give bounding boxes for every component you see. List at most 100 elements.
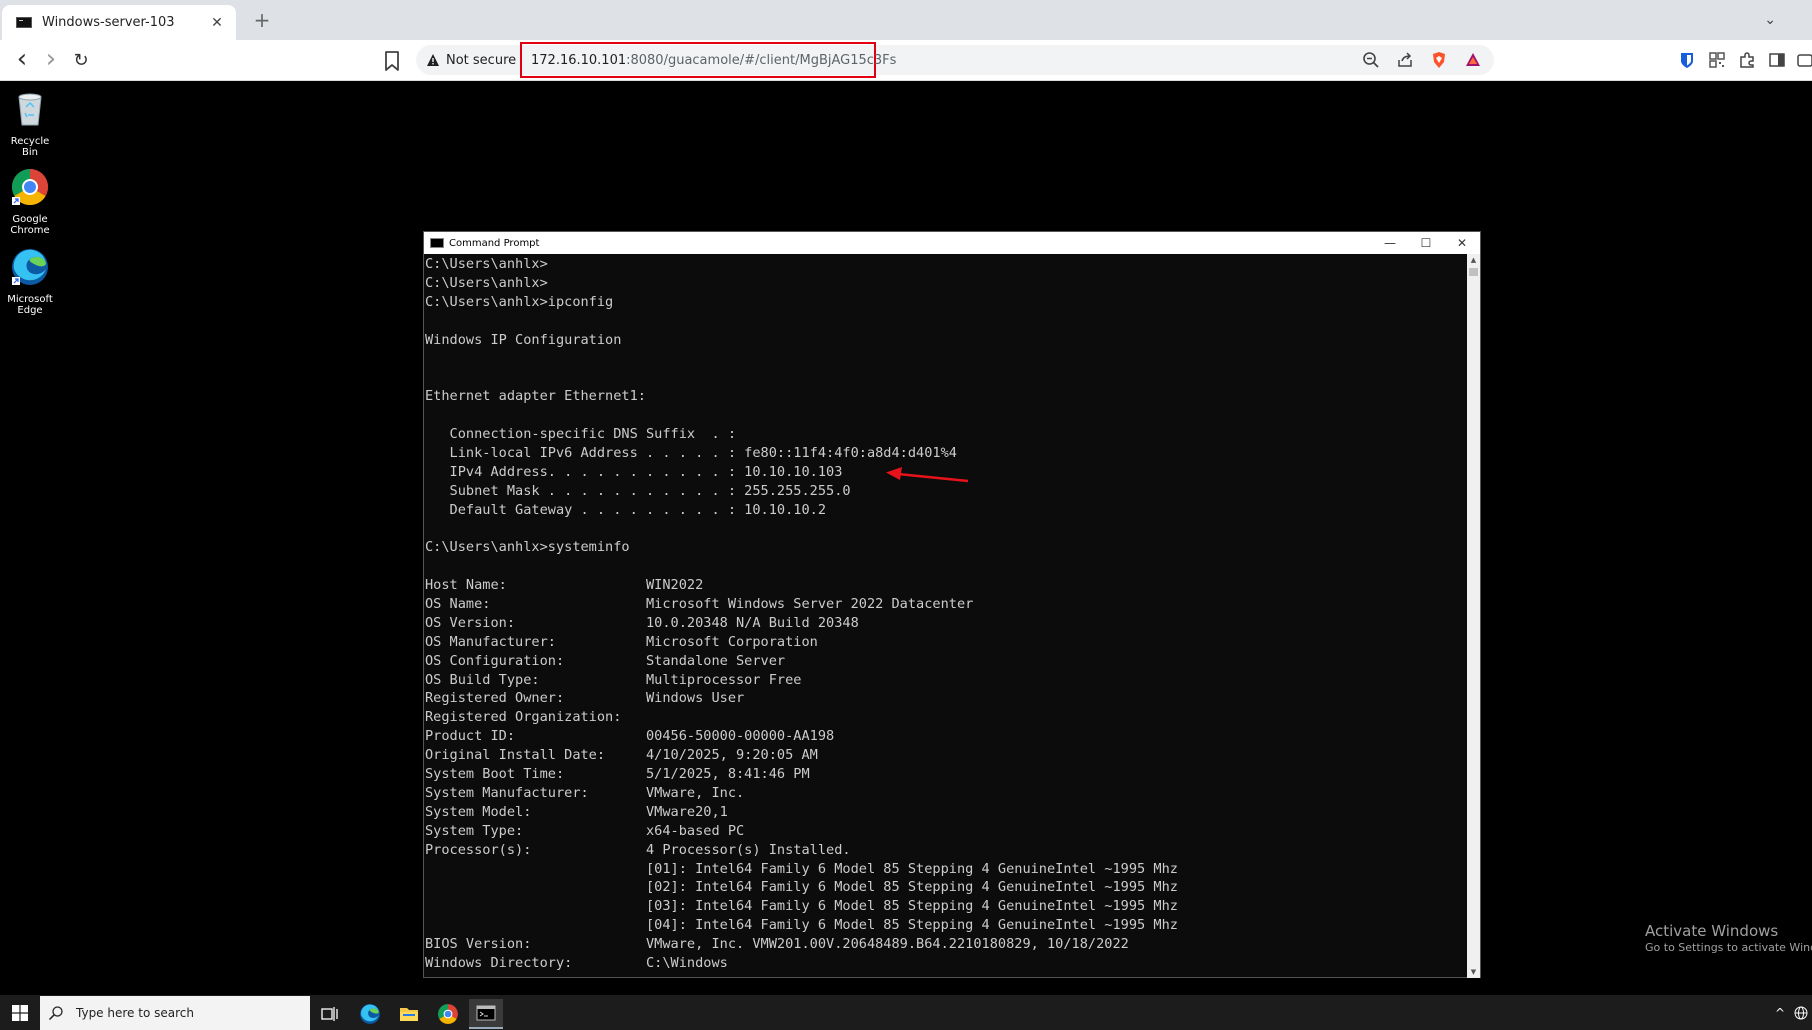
- taskbar-command-prompt-button[interactable]: [469, 999, 503, 1029]
- console-line: Original Install Date: 4/10/2025, 9:20:0…: [425, 747, 818, 764]
- brave-shield-icon[interactable]: [1430, 51, 1448, 69]
- console-line: Windows Directory: C:\Windows: [425, 954, 728, 971]
- back-icon[interactable]: ‹: [9, 46, 35, 74]
- taskbar-file-explorer-button[interactable]: [392, 999, 426, 1029]
- console-line: C:\Users\anhlx>ipconfig: [425, 293, 614, 310]
- zoom-out-icon[interactable]: [1362, 51, 1380, 69]
- cmd-titlebar[interactable]: Command Prompt — ☐ ✕: [424, 232, 1480, 254]
- command-prompt-icon: [476, 1005, 496, 1021]
- close-button[interactable]: ✕: [1444, 232, 1480, 254]
- maximize-button[interactable]: ☐: [1408, 232, 1444, 254]
- show-hidden-icons-chevron-icon[interactable]: ^: [1770, 1006, 1790, 1020]
- desktop-icon-label: Google Chrome: [10, 214, 50, 236]
- console-line: OS Manufacturer: Microsoft Corporation: [425, 633, 818, 650]
- console-line: Product ID: 00456-50000-00000-AA198: [425, 728, 835, 745]
- browser-tab[interactable]: Windows-server-103 ✕: [2, 5, 236, 40]
- tab-search-chevron-down-icon[interactable]: ⌄: [1764, 8, 1776, 32]
- task-view-button[interactable]: [313, 999, 347, 1029]
- command-prompt-window[interactable]: Command Prompt — ☐ ✕ C:\Users\anhlx> C:\U…: [423, 231, 1481, 978]
- console-line: C:\Users\anhlx>: [425, 274, 548, 291]
- not-secure-label: Not secure: [446, 52, 517, 68]
- console-line: Default Gateway . . . . . . . . . : 10.1…: [425, 501, 827, 518]
- scrollbar-thumb[interactable]: [1469, 268, 1478, 276]
- console-scrollbar[interactable]: ▲ ▼: [1467, 254, 1480, 978]
- console-line: Link-local IPv6 Address . . . . . : fe80…: [425, 444, 957, 461]
- desktop-icon-edge[interactable]: Microsoft Edge: [2, 247, 58, 316]
- console-line: Connection-specific DNS Suffix . :: [425, 426, 736, 443]
- scroll-down-icon[interactable]: ▼: [1467, 966, 1480, 978]
- console-line: OS Version: 10.0.20348 N/A Build 20348: [425, 614, 859, 631]
- brave-rewards-icon[interactable]: [1464, 51, 1482, 69]
- console-line: Ethernet adapter Ethernet1:: [425, 388, 646, 405]
- console-line: C:\Users\anhlx>: [425, 256, 548, 272]
- console-line: System Boot Time: 5/1/2025, 8:41:46 PM: [425, 766, 810, 783]
- tab-close-icon[interactable]: ✕: [208, 15, 226, 31]
- extensions-icon[interactable]: [1738, 51, 1756, 69]
- url-host: 172.16.10.101: [531, 52, 627, 68]
- console-line: System Model: VMware20,1: [425, 803, 728, 820]
- console-line: Registered Organization:: [425, 709, 622, 726]
- desktop-icon-label: Microsoft Edge: [7, 294, 53, 316]
- taskbar-search-input[interactable]: Type here to search: [40, 996, 310, 1030]
- qr-icon[interactable]: [1708, 51, 1726, 69]
- search-placeholder: Type here to search: [76, 1006, 194, 1020]
- url-path: :8080/guacamole/#/client/MgBjAG15c3Fs: [626, 52, 897, 68]
- file-explorer-icon: [400, 1008, 418, 1021]
- bitwarden-icon[interactable]: [1678, 51, 1696, 69]
- edge-icon: [360, 1004, 380, 1024]
- console-line: C:\Users\anhlx>systeminfo: [425, 539, 630, 556]
- command-prompt-icon: [430, 238, 444, 248]
- system-tray: ^: [1770, 995, 1812, 1030]
- console-line: [02]: Intel64 Family 6 Model 85 Stepping…: [425, 879, 1178, 896]
- console-line: Host Name: WIN2022: [425, 577, 704, 594]
- console-line: Subnet Mask . . . . . . . . . . . : 255.…: [425, 482, 851, 499]
- console-line: [03]: Intel64 Family 6 Model 85 Stepping…: [425, 898, 1178, 915]
- activate-windows-subtitle: Go to Settings to activate Windo: [1645, 941, 1812, 954]
- desktop-icon-chrome[interactable]: Google Chrome: [2, 167, 58, 236]
- console-line: System Type: x64-based PC: [425, 822, 745, 839]
- network-globe-icon[interactable]: [1794, 1006, 1808, 1020]
- browser-toolbar: ‹ › ↻ Not secure 172.16.10.101:8080/guac…: [0, 40, 1812, 81]
- forward-icon[interactable]: ›: [38, 46, 64, 74]
- console-line: [01]: Intel64 Family 6 Model 85 Stepping…: [425, 860, 1178, 877]
- warning-icon: [427, 54, 439, 66]
- minimize-button[interactable]: —: [1372, 232, 1408, 254]
- reload-icon[interactable]: ↻: [68, 48, 94, 74]
- console-line: Processor(s): 4 Processor(s) Installed.: [425, 841, 851, 858]
- wallet-icon[interactable]: [1796, 51, 1812, 69]
- console-line: System Manufacturer: VMware, Inc.: [425, 784, 745, 801]
- url-highlight-box[interactable]: 172.16.10.101:8080/guacamole/#/client/Mg…: [520, 42, 896, 78]
- sidebar-icon[interactable]: [1768, 51, 1786, 69]
- activate-windows-watermark: Activate Windows Go to Settings to activ…: [1645, 922, 1812, 956]
- chrome-icon: [438, 1004, 458, 1024]
- address-bar[interactable]: Not secure 172.16.10.101:8080/guacamole/…: [416, 42, 1494, 78]
- share-icon[interactable]: [1396, 51, 1414, 69]
- security-indicator[interactable]: Not secure: [426, 45, 516, 75]
- console-line: OS Build Type: Multiprocessor Free: [425, 671, 802, 688]
- taskbar-chrome-button[interactable]: [431, 999, 465, 1029]
- tab-title: Windows-server-103: [42, 15, 175, 30]
- new-tab-icon[interactable]: +: [250, 8, 274, 32]
- bookmark-icon[interactable]: [382, 49, 402, 73]
- console-line: Registered Owner: Windows User: [425, 690, 745, 707]
- taskbar: Type here to search ^: [0, 995, 1812, 1030]
- activate-windows-title: Activate Windows: [1645, 922, 1779, 940]
- edge-icon: [12, 249, 48, 285]
- console-line: Windows IP Configuration: [425, 331, 622, 348]
- taskbar-edge-button[interactable]: [353, 999, 387, 1029]
- windows-start-icon[interactable]: [12, 1005, 28, 1021]
- cmd-window-title: Command Prompt: [449, 237, 540, 249]
- desktop-icon-recycle-bin[interactable]: Recycle Bin: [2, 89, 58, 158]
- console-line: OS Name: Microsoft Windows Server 2022 D…: [425, 596, 974, 613]
- task-view-icon: [321, 1007, 338, 1021]
- console-line: [04]: Intel64 Family 6 Model 85 Stepping…: [425, 917, 1178, 934]
- search-icon: [48, 1006, 63, 1021]
- scroll-up-icon[interactable]: ▲: [1467, 254, 1480, 266]
- tab-bar: Windows-server-103 ✕ + ⌄: [0, 0, 1812, 40]
- console-output[interactable]: C:\Users\anhlx> C:\Users\anhlx> C:\Users\a…: [424, 254, 1468, 978]
